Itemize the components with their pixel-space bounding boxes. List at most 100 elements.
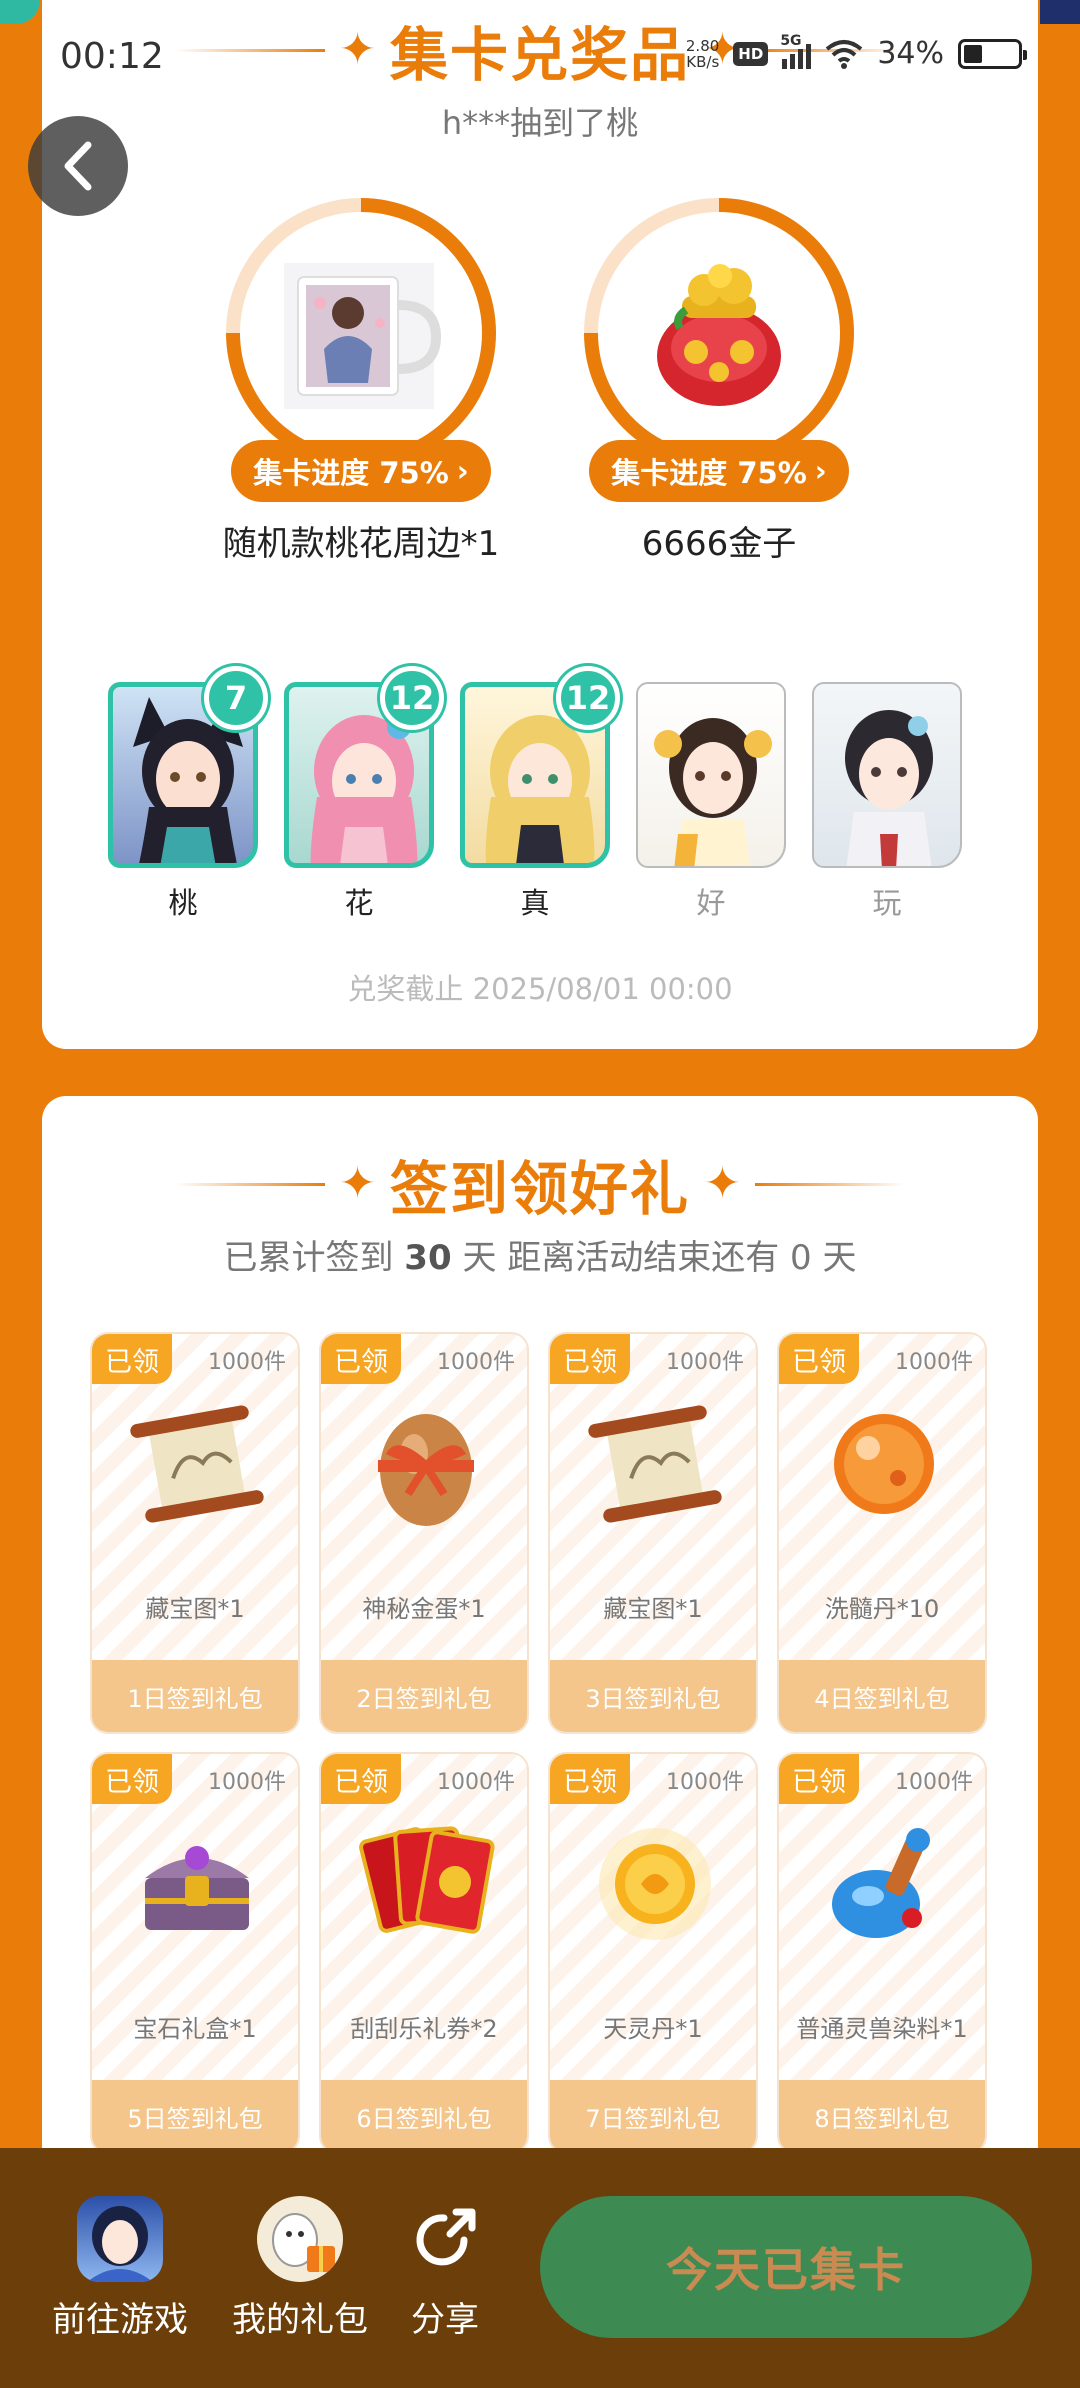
deadline-text: 兑奖截止 2025/08/01 00:00: [347, 972, 733, 1006]
claimed-tag: 已领: [321, 1334, 401, 1384]
claimed-tag: 已领: [550, 1754, 630, 1804]
prize-name: 6666金子: [641, 524, 797, 564]
scroll-map-icon: [588, 1405, 722, 1523]
prize-name: 随机款桃花周边*1: [222, 524, 500, 564]
claimed-tag: 已领: [550, 1334, 630, 1384]
hd-icon: HD: [733, 41, 769, 66]
gift-quantity: 1000件: [437, 1350, 515, 1375]
card-count-badge: 7: [204, 666, 268, 730]
chevron-right-icon: ›: [814, 454, 827, 488]
gift-quantity: 1000件: [895, 1770, 973, 1795]
signin-days: 30: [404, 1238, 452, 1278]
gift-quantity: 1000件: [208, 1770, 286, 1795]
gift-item[interactable]: 已领 1000件 神秘金蛋*1 2日签到礼包: [319, 1332, 529, 1734]
scroll-map-icon: [130, 1405, 264, 1523]
prize-progress-button[interactable]: 集卡进度 75% ›: [231, 440, 491, 502]
game-icon: [77, 2196, 163, 2282]
character-portrait: [654, 718, 772, 866]
gift-quantity: 1000件: [437, 1770, 515, 1795]
card-count-badge: 12: [556, 666, 620, 730]
glowing-orb-icon: [599, 1828, 711, 1940]
collected-today-button[interactable]: 今天已集卡: [540, 2196, 1032, 2338]
collect-card-panel: ✦ 集卡兑奖品 ✦ h***抽到了桃 集卡进度 75% › 随机款桃花周边*1 …: [42, 0, 1038, 1049]
card-count-badge: 12: [380, 666, 444, 730]
gift-day-label: 4日签到礼包: [779, 1660, 985, 1732]
claimed-tag: 已领: [779, 1334, 859, 1384]
corner-decoration-right: [1040, 0, 1080, 24]
progress-ring: [584, 198, 854, 468]
golden-egg-icon: [378, 1414, 474, 1526]
card-name: 桃: [168, 886, 198, 920]
gift-quantity: 1000件: [208, 1350, 286, 1375]
corner-decoration-left: [0, 0, 40, 24]
winner-ticker: h***抽到了桃: [441, 104, 639, 142]
card-name: 好: [696, 886, 726, 920]
character-card[interactable]: 玩: [812, 682, 962, 922]
gift-name: 藏宝图*1: [603, 1595, 703, 1623]
chevron-left-icon: [64, 141, 92, 191]
gift-item[interactable]: 已领 1000件 洗髓丹*10 4日签到礼包: [777, 1332, 987, 1734]
signin-summary: 已累计签到 30 天 距离活动结束还有 0 天: [223, 1238, 857, 1278]
gift-name: 洗髓丹*10: [824, 1595, 940, 1623]
claimed-tag: 已领: [92, 1334, 172, 1384]
gift-day-label: 2日签到礼包: [321, 1660, 527, 1732]
share-icon: [402, 2196, 488, 2282]
card-name: 花: [344, 886, 374, 920]
card-name: 玩: [872, 886, 902, 920]
orange-pill-icon: [834, 1414, 934, 1514]
gift-item[interactable]: 已领 1000件 普通灵兽染料*1 8日签到礼包: [777, 1752, 987, 2154]
mug-image: [284, 263, 442, 409]
sparkle-icon: ✦: [339, 24, 376, 75]
scratch-card-icon: [359, 1826, 495, 1934]
sparkle-icon: ✦: [704, 1158, 741, 1209]
character-card[interactable]: 12 真: [460, 666, 620, 922]
gift-item[interactable]: 已领 1000件 刮刮乐礼券*2 6日签到礼包: [319, 1752, 529, 2154]
gift-item[interactable]: 已领 1000件 藏宝图*1 1日签到礼包: [90, 1332, 300, 1734]
gift-item[interactable]: 已领 1000件 天灵丹*1 7日签到礼包: [548, 1752, 758, 2154]
progress-ring: [226, 198, 496, 468]
gift-name: 藏宝图*1: [145, 1595, 245, 1623]
signin-title: ✦ 签到领好礼 ✦: [42, 1142, 1038, 1226]
claimed-tag: 已领: [321, 1754, 401, 1804]
wifi-icon: [826, 39, 863, 69]
bottom-action-bar: 前往游戏 我的礼包 分享 今天已集卡: [0, 2148, 1080, 2388]
character-card-list: 7 桃 12 花 12 真 好 玩: [108, 666, 962, 922]
gift-name: 宝石礼盒*1: [133, 2015, 257, 2043]
go-to-game-button[interactable]: 前往游戏: [40, 2196, 200, 2341]
gift-bag-icon: [257, 2196, 343, 2282]
battery-percent: 34%: [877, 36, 944, 71]
gift-item[interactable]: 已领 1000件 宝石礼盒*1 5日签到礼包: [90, 1752, 300, 2154]
gift-day-label: 1日签到礼包: [92, 1660, 298, 1732]
gift-day-label: 7日签到礼包: [550, 2080, 756, 2152]
share-button[interactable]: 分享: [400, 2196, 490, 2341]
chevron-right-icon: ›: [456, 454, 469, 488]
character-card[interactable]: 好: [636, 682, 786, 922]
character-card[interactable]: 7 桃: [108, 666, 268, 922]
character-card[interactable]: 12 花: [284, 666, 444, 922]
gift-quantity: 1000件: [666, 1350, 744, 1375]
gem-chest-icon: [145, 1846, 249, 1930]
status-time: 00:12: [60, 36, 164, 77]
cell-signal-icon: 5G: [780, 33, 812, 69]
claimed-tag: 已领: [92, 1754, 172, 1804]
gift-item[interactable]: 已领 1000件 藏宝图*1 3日签到礼包: [548, 1332, 758, 1734]
gift-quantity: 1000件: [895, 1350, 973, 1375]
gift-name: 刮刮乐礼券*2: [350, 2015, 498, 2043]
potion-bottle-icon: [832, 1828, 930, 1938]
gift-day-label: 6日签到礼包: [321, 2080, 527, 2152]
gift-day-label: 5日签到礼包: [92, 2080, 298, 2152]
my-gifts-button[interactable]: 我的礼包: [220, 2196, 380, 2341]
claimed-tag: 已领: [779, 1754, 859, 1804]
signin-gift-grid: 已领 1000件 藏宝图*1 1日签到礼包 已领 1000件 神秘金蛋*1 2日…: [90, 1332, 987, 2154]
card-name: 真: [520, 886, 550, 920]
battery-icon: [958, 38, 1027, 69]
sparkle-icon: ✦: [339, 1158, 376, 1209]
gift-name: 天灵丹*1: [603, 2015, 703, 2043]
gift-quantity: 1000件: [666, 1770, 744, 1795]
prize-progress-button[interactable]: 集卡进度 75% ›: [589, 440, 849, 502]
back-button[interactable]: [28, 116, 128, 216]
gift-day-label: 3日签到礼包: [550, 1660, 756, 1732]
status-icons: 2.80 KB/s HD 5G 34%: [685, 33, 1027, 71]
character-portrait: [845, 710, 933, 866]
net-speed: 2.80 KB/s: [685, 36, 720, 71]
